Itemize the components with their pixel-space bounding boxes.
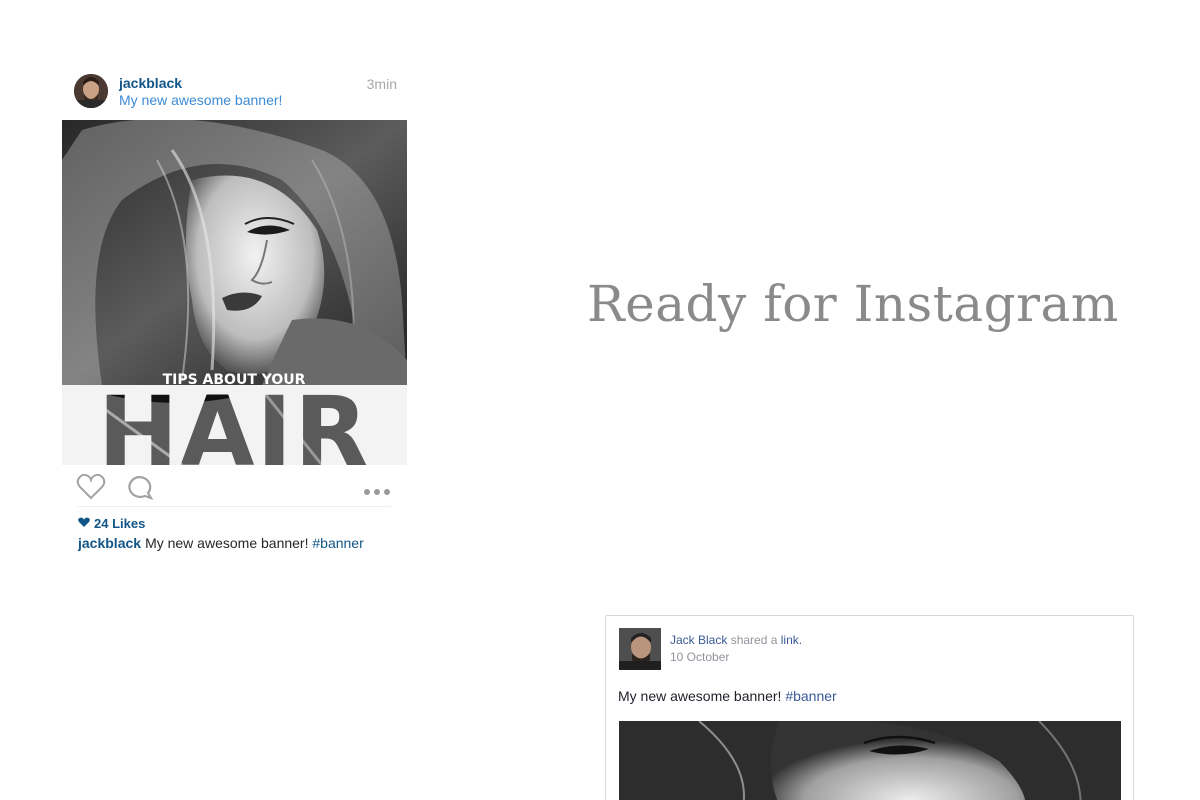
username[interactable]: jackblack (119, 75, 182, 91)
post-actions (62, 465, 407, 507)
caption-text: My new awesome banner! (145, 535, 309, 551)
author-name[interactable]: Jack Black (670, 633, 727, 647)
post-image: HAIR (62, 120, 407, 465)
post-text-body: My new awesome banner! (618, 688, 782, 704)
avatar[interactable] (619, 628, 661, 670)
small-heart-icon (78, 516, 90, 531)
facebook-post: Jack Black shared a link. 10 October My … (605, 615, 1134, 800)
post-caption: jackblack My new awesome banner! #banner (78, 535, 407, 551)
avatar[interactable] (74, 74, 108, 108)
comment-icon[interactable] (125, 474, 154, 507)
post-subtitle: My new awesome banner! (119, 92, 283, 108)
post-date[interactable]: 10 October (670, 650, 802, 664)
post-meta: Jack Black shared a link. 10 October (670, 633, 802, 664)
likes-label: 24 Likes (94, 516, 146, 531)
post-image[interactable] (619, 721, 1121, 800)
page-title: Ready for Instagram (587, 275, 1119, 333)
caption-username[interactable]: jackblack (78, 535, 141, 551)
likes-count[interactable]: 24 Likes (78, 516, 407, 531)
instagram-post-header: jackblack My new awesome banner! 3min (62, 70, 407, 120)
image-overlay-small-text: TIPS ABOUT YOUR (163, 372, 306, 388)
divider (78, 506, 391, 507)
hashtag-link[interactable]: #banner (785, 688, 836, 704)
shared-text: shared a (730, 633, 778, 647)
heart-icon[interactable] (76, 473, 106, 506)
post-text: My new awesome banner! #banner (618, 688, 837, 704)
instagram-post: jackblack My new awesome banner! 3min TI… (62, 70, 407, 551)
shared-link[interactable]: link. (781, 633, 802, 647)
more-icon[interactable] (363, 483, 391, 501)
post-time: 3min (366, 76, 397, 92)
page: jackblack My new awesome banner! 3min TI… (0, 0, 1200, 800)
hashtag-link[interactable]: #banner (312, 535, 363, 551)
